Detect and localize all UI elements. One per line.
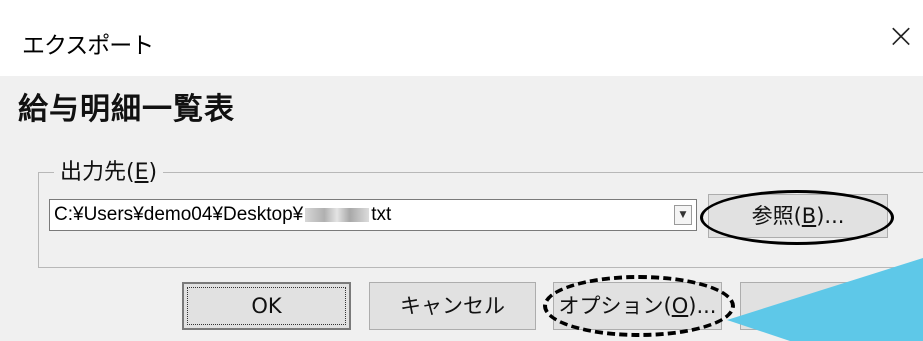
ok-button[interactable]: OK [182,282,351,330]
report-title: 給与明細一覧表 [18,92,235,127]
chevron-down-icon[interactable]: ▼ [674,205,692,225]
help-button[interactable]: ヘルプ [740,282,890,330]
output-destination-label: 出力先(E) [54,154,164,186]
title-bar: エクスポート × [0,0,923,76]
redacted-filename [305,207,370,222]
output-path-combobox[interactable]: C:¥Users¥demo04¥Desktop¥ txt ▼ [49,199,697,231]
cancel-button[interactable]: キャンセル [369,282,536,330]
window-title: エクスポート [22,33,154,59]
browse-button[interactable]: 参照(B)... [708,194,888,238]
options-button[interactable]: オプション(O)... [553,282,722,330]
export-dialog: エクスポート × 給与明細一覧表 出力先(E) C:¥Users¥demo04¥… [0,0,923,341]
close-icon[interactable]: × [879,14,923,58]
output-path-value[interactable]: C:¥Users¥demo04¥Desktop¥ txt [54,204,391,226]
